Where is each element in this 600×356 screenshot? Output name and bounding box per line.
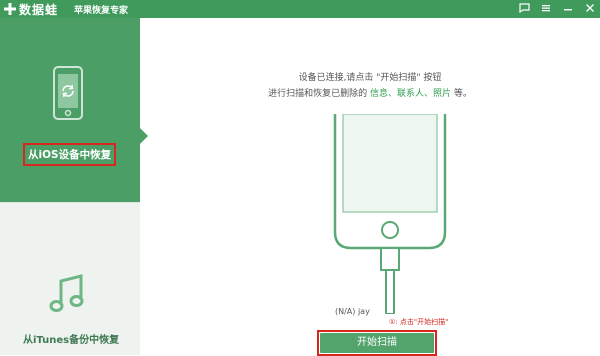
music-note-icon	[49, 274, 84, 312]
scan-description: 进行扫描和恢复已删除的 信息、联系人、照片 等。	[140, 86, 600, 99]
minimize-icon[interactable]	[562, 2, 574, 14]
scan-description-prefix: 进行扫描和恢复已删除的	[268, 89, 368, 99]
app-brand: 数据蛙	[19, 2, 59, 17]
phone-refresh-icon	[53, 66, 83, 120]
app-subtitle: 苹果恢复专家	[74, 5, 129, 16]
window-controls	[518, 2, 596, 14]
scan-hint: ①: 点击"开始扫描"	[389, 318, 449, 326]
plus-logo-icon	[4, 3, 16, 15]
data-types-highlight: 信息、联系人、照片	[369, 89, 451, 99]
title-bar: 数据蛙 苹果恢复专家	[0, 0, 600, 18]
device-name: (N/A) jay	[335, 307, 370, 316]
sidebar-item-itunes-backup[interactable]: 从iTunes备份中恢复	[0, 202, 140, 355]
phone-illustration	[333, 114, 447, 314]
sidebar-item-ios-device[interactable]: 从iOS设备中恢复	[0, 18, 140, 202]
sidebar-item-label: 从iOS设备中恢复	[23, 143, 117, 166]
close-icon[interactable]	[584, 2, 596, 14]
app-logo: 数据蛙	[4, 1, 58, 18]
menu-icon[interactable]	[540, 2, 552, 14]
start-scan-button[interactable]: 开始扫描	[320, 333, 434, 353]
sidebar: 从iOS设备中恢复 从iTunes备份中恢复	[0, 18, 148, 355]
connected-message: 设备已连接,请点击 "开始扫描" 按钮	[298, 73, 442, 83]
sidebar-item-label: 从iTunes备份中恢复	[23, 335, 120, 346]
main-panel: 设备已连接,请点击 "开始扫描" 按钮 进行扫描和恢复已删除的 信息、联系人、照…	[140, 18, 600, 356]
scan-description-suffix: 等。	[453, 89, 472, 99]
feedback-icon[interactable]	[518, 2, 530, 14]
